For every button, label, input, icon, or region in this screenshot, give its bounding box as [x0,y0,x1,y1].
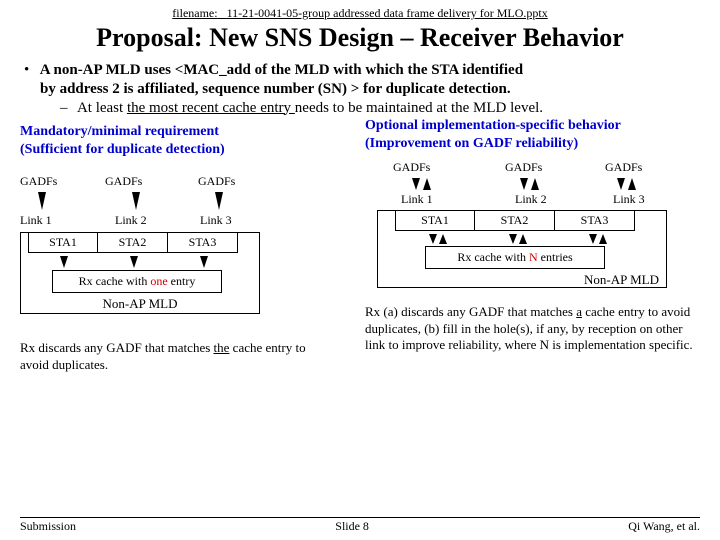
right-caption-pre: Rx (a) discards any GADF that matches [365,304,576,319]
sta3-cell: STA3 [168,232,238,253]
arrow-down-icon [509,234,517,244]
left-caption: Rx discards any GADF that matches the ca… [20,340,355,374]
left-caption-pre: Rx discards any GADF that matches [20,340,214,355]
rx-cache-emph: N [529,250,538,264]
right-figure: GADFs GADFs GADFs Link 1 Link 2 Link 3 S… [365,160,700,300]
link-label-1: Link 1 [20,213,52,228]
right-header: Optional implementation-specific behavio… [365,117,700,153]
arrow-up-icon [423,178,431,190]
left-header-l1: Mandatory/minimal requirement [20,124,219,139]
sub-bullet-pre: At least [77,100,127,116]
figures-row: Mandatory/minimal requirement (Sufficien… [20,123,700,373]
left-caption-u: the [214,340,230,355]
arrow-up-icon [519,234,527,244]
right-column: Optional implementation-specific behavio… [365,123,700,373]
arrow-up-icon [531,178,539,190]
link-label-2: Link 2 [115,213,147,228]
footer: Submission Slide 8 Qi Wang, et al. [20,517,700,534]
body-text: • A non-AP MLD uses <MAC_add of the MLD … [20,61,700,117]
arrow-down-icon [132,192,140,210]
sta-row: STA1 STA2 STA3 [28,232,238,253]
footer-left: Submission [20,519,76,534]
gadfs-label-1: GADFs [20,174,57,189]
sta2-cell: STA2 [475,210,555,231]
gadfs-label-1: GADFs [393,160,430,175]
arrow-down-icon [60,256,68,268]
arrow-down-icon [215,192,223,210]
link-label-1: Link 1 [401,192,433,207]
arrow-down-icon [412,178,420,190]
filename-text: 11-21-0041-05-group addressed data frame… [227,6,548,20]
arrow-down-icon [200,256,208,268]
sta-row: STA1 STA2 STA3 [395,210,635,231]
filename-line: filename: 11-21-0041-05-group addressed … [20,6,700,21]
gadfs-label-3: GADFs [198,174,235,189]
sta2-cell: STA2 [98,232,168,253]
left-header-l2: (Sufficient for duplicate detection) [20,142,225,157]
bullet-main: • A non-AP MLD uses <MAC_add of the MLD … [20,61,700,99]
bullet-main-l1: A non-AP MLD uses <MAC_add of the MLD wi… [40,62,523,78]
arrow-down-icon [520,178,528,190]
arrow-down-icon [429,234,437,244]
non-ap-label: Non-AP MLD [377,272,667,288]
sta3-cell: STA3 [555,210,635,231]
rx-cache-box: Rx cache with one entry [52,270,222,293]
arrow-up-icon [599,234,607,244]
gadfs-label-2: GADFs [105,174,142,189]
sub-bullet-underline: the most recent cache entry [127,100,295,116]
arrow-up-icon [439,234,447,244]
left-column: Mandatory/minimal requirement (Sufficien… [20,123,355,373]
slide-title: Proposal: New SNS Design – Receiver Beha… [20,23,700,53]
footer-right: Qi Wang, et al. [628,519,700,534]
gadfs-label-2: GADFs [505,160,542,175]
link-label-3: Link 3 [613,192,645,207]
sub-bullet: – At least the most recent cache entry n… [20,99,700,118]
rx-cache-pre: Rx cache with [79,274,151,288]
rx-cache-emph: one [150,274,167,288]
right-caption: Rx (a) discards any GADF that matches a … [365,304,700,355]
left-figure: GADFs GADFs GADFs Link 1 Link 2 Link 3 S… [20,166,355,336]
rx-cache-pre: Rx cache with [457,250,529,264]
sta1-cell: STA1 [28,232,98,253]
arrow-down-icon [589,234,597,244]
arrow-down-icon [38,192,46,210]
sub-bullet-post: needs to be maintained at the MLD level. [295,100,543,116]
arrow-down-icon [130,256,138,268]
left-header: Mandatory/minimal requirement (Sufficien… [20,123,355,159]
sta1-cell: STA1 [395,210,475,231]
right-header-l1: Optional implementation-specific behavio… [365,118,621,133]
filename-prefix: filename: [172,6,217,20]
bullet-main-l2: by address 2 is affiliated, sequence num… [24,81,511,97]
gadfs-label-3: GADFs [605,160,642,175]
rx-cache-post: entries [538,250,573,264]
dash-icon: – [60,99,74,118]
arrow-up-icon [628,178,636,190]
link-label-3: Link 3 [200,213,232,228]
footer-center: Slide 8 [335,519,369,534]
non-ap-label: Non-AP MLD [20,296,260,312]
rx-cache-post: entry [168,274,196,288]
rx-cache-box: Rx cache with N entries [425,246,605,269]
right-header-l2: (Improvement on GADF reliability) [365,136,578,151]
arrow-down-icon [617,178,625,190]
link-label-2: Link 2 [515,192,547,207]
bullet-dot-icon: • [24,61,36,80]
